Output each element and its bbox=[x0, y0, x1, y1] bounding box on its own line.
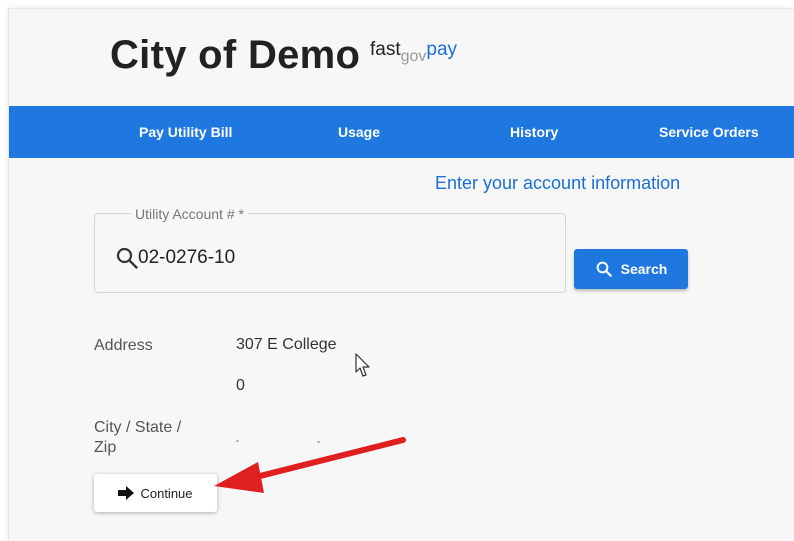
main-nav: Pay Utility Bill Usage History Service O… bbox=[9, 106, 794, 158]
address-label: Address bbox=[94, 337, 153, 354]
address-line2: 0 bbox=[236, 377, 245, 394]
brand-pay: pay bbox=[426, 39, 458, 60]
address-line1: 307 E College bbox=[236, 336, 337, 353]
search-icon bbox=[596, 261, 612, 277]
account-number-input[interactable] bbox=[138, 244, 538, 272]
redacted-mark bbox=[236, 440, 239, 442]
account-number-label: Utility Account # * bbox=[131, 206, 248, 222]
city-state-zip-label: City / State / Zip bbox=[94, 418, 181, 458]
city-label-line1: City / State / bbox=[94, 419, 182, 436]
continue-button[interactable]: Continue bbox=[94, 474, 217, 512]
section-heading: Enter your account information bbox=[435, 173, 681, 193]
continue-button-label: Continue bbox=[140, 485, 193, 501]
arrow-right-icon bbox=[118, 486, 135, 500]
header: City of Demo fastgovpay bbox=[9, 9, 794, 106]
account-number-field[interactable]: Utility Account # * bbox=[94, 206, 566, 293]
nav-service-orders[interactable]: Service Orders bbox=[659, 106, 759, 158]
city-label-line2: Zip bbox=[94, 439, 117, 456]
nav-history[interactable]: History bbox=[510, 106, 558, 158]
brand-gov: gov bbox=[400, 48, 427, 65]
nav-usage[interactable]: Usage bbox=[338, 106, 380, 158]
brand-logo-text: fastgovpay bbox=[370, 39, 458, 65]
search-button-label: Search bbox=[620, 261, 668, 277]
nav-pay-utility-bill[interactable]: Pay Utility Bill bbox=[139, 106, 232, 158]
search-icon bbox=[116, 247, 138, 269]
site-title: City of Demo bbox=[110, 33, 361, 77]
brand-fast: fast bbox=[370, 39, 401, 60]
page-container: City of Demo fastgovpay Pay Utility Bill… bbox=[8, 8, 794, 541]
search-button[interactable]: Search bbox=[574, 249, 688, 289]
redacted-mark bbox=[317, 441, 320, 443]
